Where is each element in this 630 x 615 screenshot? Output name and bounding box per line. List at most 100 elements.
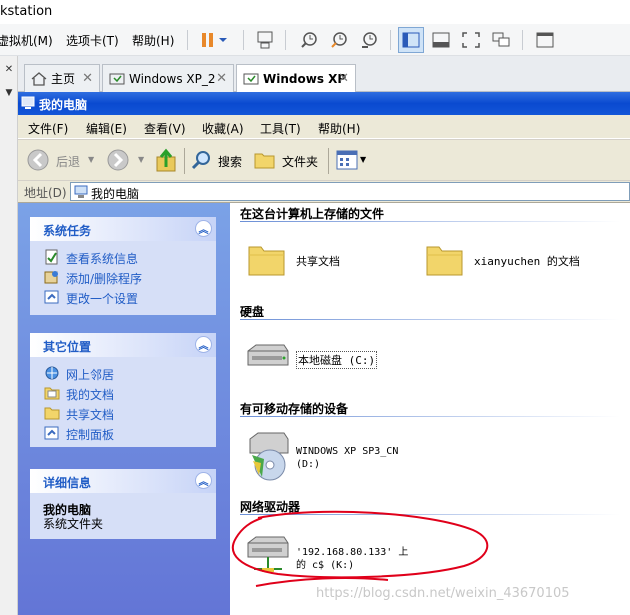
menu-favorites[interactable]: 收藏(A)	[202, 120, 244, 137]
task-label: 查看系统信息	[66, 252, 139, 266]
chevron-down-icon[interactable]: ▼	[138, 155, 144, 164]
back-arrow-icon	[27, 149, 49, 171]
item-shared-documents[interactable]: 共享文档	[248, 241, 358, 281]
snapshot-icon[interactable]	[296, 27, 322, 53]
menu-help[interactable]: 帮助(H)	[318, 120, 360, 137]
cd-drive-icon	[249, 432, 289, 481]
menu-view[interactable]: 查看(V)	[144, 120, 186, 137]
thumbnail-bar-icon[interactable]	[428, 27, 454, 53]
tab-home-label: 主页	[51, 72, 76, 86]
menu-tabs[interactable]: 选项卡(T)	[66, 32, 119, 49]
place-shared-documents[interactable]: 共享文档	[30, 403, 216, 423]
address-input[interactable]: 我的电脑	[70, 182, 630, 201]
full-screen-icon[interactable]	[458, 27, 484, 53]
section-header-hard-disks: 硬盘	[240, 305, 265, 319]
annotation-ellipse	[231, 510, 489, 587]
close-icon[interactable]: ✕	[338, 71, 349, 86]
place-control-panel[interactable]: 控制面板	[30, 423, 216, 443]
place-label: 我的文档	[66, 388, 115, 402]
item-label: 共享文档	[296, 255, 340, 268]
place-my-documents[interactable]: 我的文档	[30, 383, 216, 403]
place-label: 控制面板	[66, 428, 115, 442]
section-divider	[240, 319, 620, 320]
menu-tools[interactable]: 工具(T)	[260, 120, 301, 137]
toolbar-separator	[243, 30, 244, 50]
vm-icon	[243, 73, 259, 85]
toolbar-separator	[187, 30, 188, 50]
my-computer-icon	[74, 185, 88, 198]
host-tab-bar: 主页 ✕ Windows XP_2 ✕ Windows XP ✕	[18, 56, 630, 93]
system-info-icon	[45, 249, 58, 265]
collapse-chevron-icon[interactable]: ︽	[195, 336, 212, 353]
toolbar-separator	[184, 148, 185, 174]
close-icon[interactable]: ✕	[82, 71, 93, 86]
item-cd-drive-d[interactable]: WINDOWS XP SP3_CN (D:)	[244, 431, 444, 483]
folder-icon	[426, 246, 463, 276]
chevron-down-icon[interactable]	[215, 27, 231, 53]
system-tasks-panel: 系统任务 ︽ 查看系统信息 添加/删除程序 更改一个设置	[30, 217, 216, 315]
close-icon[interactable]: ✕	[216, 71, 227, 86]
search-button[interactable]: 搜索	[190, 148, 246, 172]
folders-button-label: 文件夹	[282, 155, 319, 169]
menu-vm[interactable]: 虚拟机(M)	[0, 32, 53, 49]
send-keys-icon[interactable]	[252, 27, 278, 53]
my-computer-icon	[21, 96, 35, 109]
explorer-title-bar: 我的电脑	[18, 92, 630, 115]
menu-file[interactable]: 文件(F)	[28, 120, 68, 137]
watermark: https://blog.csdn.net/weixin_43670105	[316, 586, 570, 601]
unity-icon[interactable]	[488, 27, 514, 53]
toolbar-separator	[285, 30, 286, 50]
task-add-remove-programs[interactable]: 添加/删除程序	[30, 267, 216, 287]
chevron-down-icon[interactable]: ▼	[360, 155, 366, 164]
search-button-label: 搜索	[218, 155, 243, 169]
add-remove-programs-icon	[44, 271, 58, 284]
task-pane: 系统任务 ︽ 查看系统信息 添加/删除程序 更改一个设置 其它位置 ︽ 网上邻居	[18, 203, 230, 615]
place-label: 共享文档	[66, 408, 115, 422]
explorer-menubar: 文件(F) 编辑(E) 查看(V) 收藏(A) 工具(T) 帮助(H)	[18, 115, 630, 139]
collapse-chevron-icon[interactable]: ︽	[195, 472, 212, 489]
forward-arrow-icon[interactable]	[106, 148, 130, 172]
control-panel-icon	[44, 290, 59, 304]
tab-home[interactable]: 主页 ✕	[24, 64, 100, 92]
host-window-title: kstation	[0, 4, 53, 19]
console-view-icon[interactable]	[532, 27, 558, 53]
item-user-documents[interactable]: xianyuchen 的文档	[426, 241, 596, 281]
views-icon[interactable]	[336, 150, 358, 170]
host-window-title-bar: kstation	[0, 0, 630, 24]
snapshot-manager-icon[interactable]	[356, 27, 382, 53]
back-button[interactable]: 后退	[26, 148, 90, 172]
collapse-chevron-icon[interactable]: ︽	[195, 220, 212, 237]
item-label: xianyuchen 的文档	[474, 255, 580, 268]
up-folder-icon[interactable]	[155, 147, 179, 173]
tab-windows-xp[interactable]: Windows XP ✕	[236, 64, 356, 93]
item-sublabel: (D:)	[296, 459, 321, 470]
chevron-down-icon[interactable]: ▼	[88, 155, 94, 164]
place-network[interactable]: 网上邻居	[30, 363, 216, 383]
chevron-down-icon[interactable]: ▼	[0, 88, 18, 100]
section-divider	[240, 416, 620, 417]
hard-drive-icon	[247, 344, 289, 366]
network-places-icon	[45, 366, 59, 380]
item-local-disk-c[interactable]: 本地磁盘 (C:)	[244, 341, 394, 375]
control-panel-icon	[44, 426, 59, 440]
menu-help[interactable]: 帮助(H)	[132, 32, 174, 49]
toolbar-separator	[522, 30, 523, 50]
folder-icon	[254, 153, 275, 169]
tab-windows-xp-2[interactable]: Windows XP_2 ✕	[102, 64, 234, 92]
folders-button[interactable]: 文件夹	[254, 148, 324, 172]
panel-header[interactable]: 系统任务 ︽	[30, 217, 216, 241]
section-header-stored-files: 在这台计算机上存储的文件	[240, 207, 385, 221]
section-divider	[240, 221, 620, 222]
section-header-removable: 有可移动存储的设备	[240, 402, 349, 416]
explorer-window-title: 我的电脑	[39, 98, 88, 112]
task-view-system-info[interactable]: 查看系统信息	[30, 247, 216, 267]
panel-header[interactable]: 其它位置 ︽	[30, 333, 216, 357]
panel-header[interactable]: 详细信息 ︽	[30, 469, 216, 493]
tab-windows-xp-label: Windows XP	[263, 72, 347, 86]
close-icon[interactable]: ✕	[0, 64, 18, 76]
menu-edit[interactable]: 编辑(E)	[86, 120, 127, 137]
item-label: 本地磁盘 (C:)	[296, 351, 378, 369]
task-change-setting[interactable]: 更改一个设置	[30, 287, 216, 307]
show-library-icon[interactable]	[398, 27, 424, 53]
revert-snapshot-icon[interactable]	[326, 27, 352, 53]
